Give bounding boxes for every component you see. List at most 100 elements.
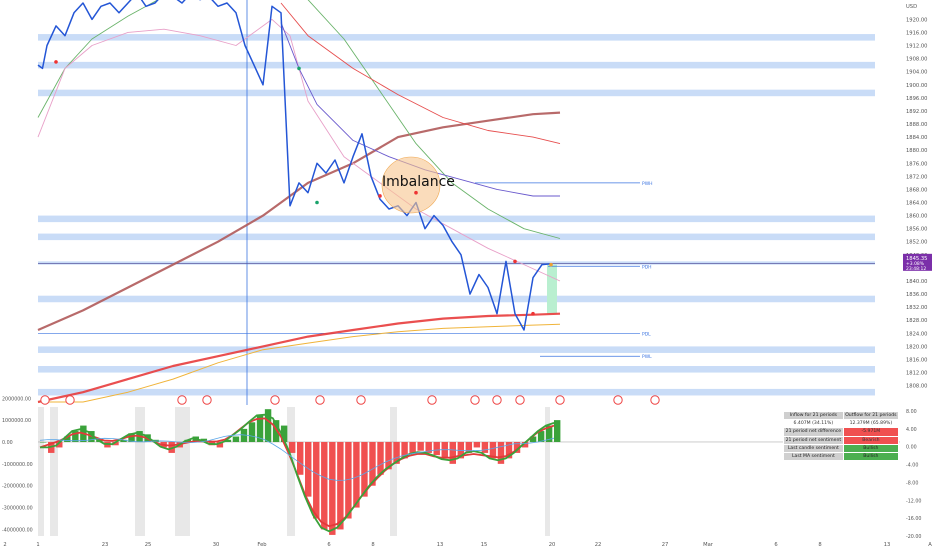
y-tick-label-13: 1868.00 (906, 187, 927, 193)
y-tick-label-2: 1912.00 (906, 44, 927, 50)
currency-label: USD (906, 4, 917, 10)
event-flag-icon-12 (613, 395, 623, 405)
y-tick-label-6: 1896.00 (906, 96, 927, 102)
signal-red-4 (513, 259, 517, 264)
osc-right-tick-5: -12.00 (906, 498, 921, 504)
osc-bar-28 (264, 409, 272, 442)
net-sentiment-value: Bearish (842, 435, 900, 445)
osc-bar-39 (353, 441, 360, 508)
osc-bar-49 (433, 441, 440, 456)
y-tick-label-3: 1908.00 (906, 57, 927, 63)
y-tick-label-17: 1852.00 (906, 240, 927, 246)
y-tick-label-20: 1840.00 (906, 279, 927, 285)
x-tick-label-14: 6 (774, 542, 777, 548)
y-tick-label-28: 1808.00 (906, 384, 927, 390)
x-tick-label-12: 27 (662, 542, 669, 548)
event-flag-icon-0 (40, 395, 50, 405)
event-flag-icon-2 (177, 395, 187, 405)
candle-sentiment-value: Bullish (842, 443, 900, 454)
x-tick-label-8: 13 (437, 542, 444, 548)
y-tick-label-1: 1916.00 (906, 30, 927, 36)
x-tick-label-6: 6 (327, 542, 330, 548)
osc-left-tick-4: -2000000.00 (2, 484, 33, 490)
osc-green-line (40, 413, 555, 533)
pdl-label: PDL (642, 331, 651, 337)
event-flag-icon-10 (515, 395, 525, 405)
x-tick-label-1: 1 (36, 542, 39, 548)
osc-bar-24 (232, 436, 240, 442)
x-tick-label-17: A (928, 542, 932, 548)
osc-shade-band-5 (390, 407, 397, 536)
osc-bar-34 (313, 441, 320, 519)
x-tick-label-16: 13 (884, 542, 891, 548)
osc-bar-64 (553, 420, 561, 442)
chart-svg[interactable]: 1920.00 1916.00 1912.00 1908.00 1904.00 1900.… (0, 0, 932, 550)
x-tick-label-15: 8 (818, 542, 821, 548)
osc-bar-33 (305, 441, 312, 497)
y-tick-label-15: 1860.00 (906, 214, 927, 220)
pwh-label: PWH (642, 181, 653, 187)
y-tick-label-23: 1828.00 (906, 318, 927, 324)
zone-band-1 (38, 61, 875, 69)
osc-left-tick-5: -3000000.00 (2, 506, 33, 512)
osc-bar-26 (248, 422, 256, 442)
net-diff-label: 21 period net difference (783, 427, 844, 437)
osc-bar-32 (296, 441, 304, 475)
y-tick-label-26: 1816.00 (906, 357, 927, 363)
y-tick-label-5: 1900.00 (906, 83, 927, 89)
y-tick-label-7: 1892.00 (906, 109, 927, 115)
event-flag-icon-13 (650, 395, 660, 405)
zone-band-3 (38, 215, 875, 223)
ma-sentiment-value: Bullish (842, 452, 900, 462)
osc-bar-37 (337, 441, 344, 530)
signal-orange-1 (549, 262, 553, 267)
ma-pink-line (37, 18, 561, 282)
osc-shade-band-2 (135, 407, 145, 536)
osc-left-tick-6: -4000000.00 (2, 527, 33, 533)
y-tick-label-14: 1864.00 (906, 201, 927, 207)
osc-right-tick-6: -16.00 (906, 516, 921, 522)
signal-red-2 (378, 194, 382, 198)
y-tick-label-10: 1880.00 (906, 148, 927, 154)
ma-sentiment-label: Last MA sentiment (783, 452, 844, 462)
x-tick-label-0: 2 (3, 542, 6, 548)
osc-bar-46 (409, 441, 416, 453)
x-tick-label-13: Mar (703, 542, 714, 548)
osc-bar-35 (321, 441, 328, 530)
x-tick-label-4: 30 (213, 542, 220, 548)
signal-red-5 (531, 311, 535, 316)
osc-right-tick-3: -4.00 (906, 463, 918, 469)
y-tick-label-0: 1920.00 (906, 17, 927, 23)
event-flag-icon-4 (270, 395, 280, 405)
y-tick-label-8: 1888.00 (906, 122, 927, 128)
event-flag-icon-5 (315, 395, 325, 405)
osc-shade-band-0 (38, 407, 44, 536)
price-line (37, 0, 552, 331)
y-tick-label-22: 1832.00 (906, 305, 927, 311)
y-tick-label-25: 1820.00 (906, 344, 927, 350)
imbalance-label: Imbalance (382, 174, 455, 190)
ma-bright-red-line (280, 2, 561, 145)
x-tick-label-11: 22 (595, 542, 602, 548)
y-tick-label-21: 1836.00 (906, 292, 927, 298)
y-tick-label-16: 1856.00 (906, 227, 927, 233)
osc-bar-0 (40, 441, 47, 443)
osc-bar-47 (417, 441, 424, 451)
x-tick-label-10: 20 (549, 542, 556, 548)
osc-shade-band-4 (287, 407, 295, 536)
osc-bar-54 (473, 441, 481, 448)
zone-band-2 (38, 89, 875, 97)
event-flag-icon-11 (555, 395, 565, 405)
osc-shade-band-3 (175, 407, 190, 536)
pdh-label: PDH (642, 264, 652, 270)
y-tick-label-9: 1884.00 (906, 135, 927, 141)
price-tag-time: 23:48:12 (906, 266, 926, 272)
osc-bar-42 (377, 441, 384, 475)
outflow-value: 12.379M (65.89%) (842, 419, 900, 429)
y-tick-label-11: 1876.00 (906, 161, 927, 167)
x-tick-label-9: 15 (481, 542, 488, 548)
osc-right-tick-0: 8.00 (906, 409, 917, 415)
event-flag-icon-7 (427, 395, 437, 405)
stats-table: Inflow for 21 periods Outflow for 21 per… (783, 410, 900, 462)
event-flag-icon-9 (492, 395, 502, 405)
